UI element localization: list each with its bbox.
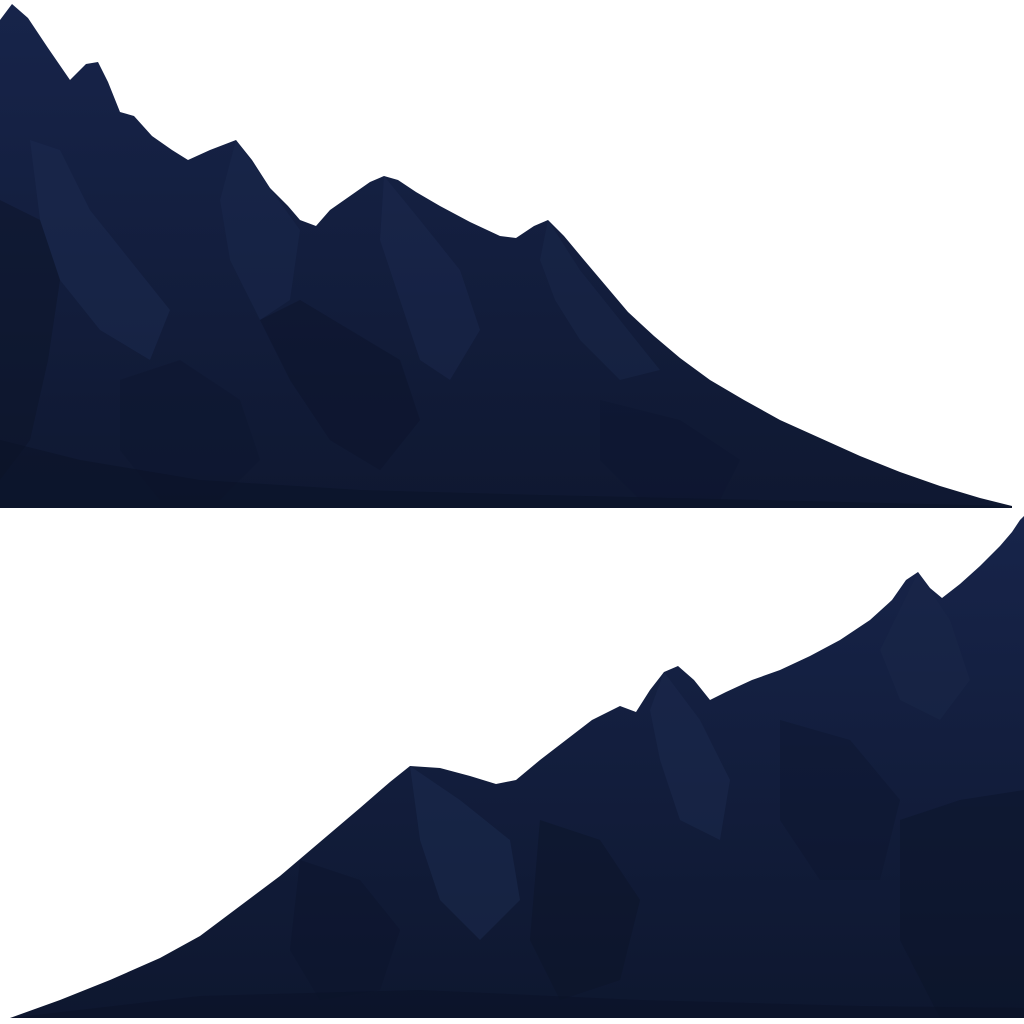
mountain-silhouette-canvas [0,0,1024,1024]
mountain-silhouette-art [0,4,1024,1018]
top-mountain-range [0,4,1012,508]
bottom-mountain-range [10,516,1024,1018]
